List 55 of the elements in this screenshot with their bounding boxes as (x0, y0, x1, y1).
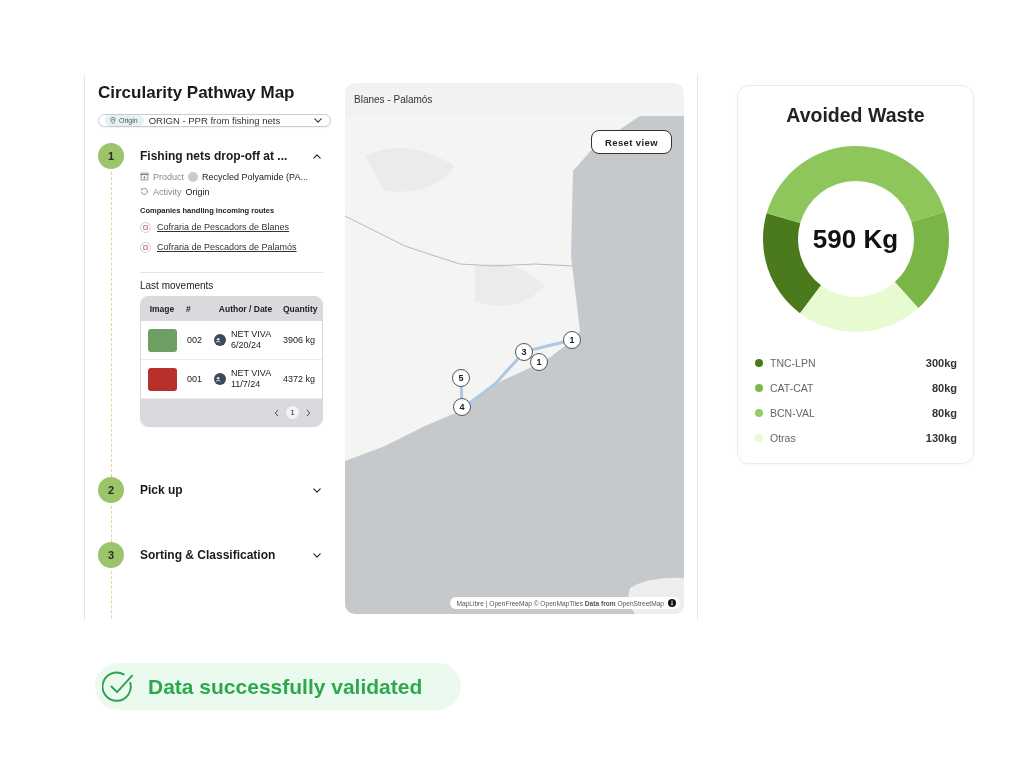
step-number: 1 (98, 143, 124, 169)
legend-value: 300kg (925, 356, 957, 369)
chevron-left-icon[interactable] (274, 408, 279, 417)
legend-label: TNC-LPN (770, 356, 817, 369)
step-title: Fishing nets drop-off at ... (140, 149, 288, 163)
column-header: Quantity (282, 304, 319, 314)
panel-title: Circularity Pathway Map (98, 83, 296, 103)
step-title: Sorting & Classification (140, 548, 276, 562)
author-name: NET VIVA (231, 368, 272, 379)
entry-quantity: 4372 kg (283, 374, 316, 384)
detail-value: Recycled Polyamide (PA... (202, 171, 308, 182)
info-icon[interactable] (668, 599, 676, 607)
entry-number: 001 (187, 374, 203, 384)
company-logo-icon (140, 221, 151, 233)
step-title: Pick up (140, 483, 183, 497)
chevron-down-icon (314, 118, 322, 123)
rotate-icon (140, 187, 149, 196)
entry-date: 6/20/24 (231, 340, 263, 351)
reset-view-button[interactable]: Reset view (591, 130, 672, 154)
company-logo-icon (140, 241, 151, 253)
company-link[interactable]: Cofraria de Pescadors de Palamós (157, 242, 297, 252)
check-circle-icon (102, 670, 134, 703)
legend-label: CAT-CAT (770, 381, 815, 394)
column-header: # (185, 304, 192, 314)
movements-heading: Last movements (140, 279, 215, 293)
map-title: Blanes - Palamós (353, 93, 434, 107)
detail-label: Activity (153, 186, 182, 197)
detail-label: Product (153, 171, 185, 182)
column-header: Image (148, 304, 176, 314)
entry-date: 11/7/24 (231, 379, 262, 390)
total-weight: 590 Kg (812, 223, 899, 255)
entry-quantity: 3906 kg (283, 335, 316, 345)
box-icon (140, 172, 149, 181)
legend-value: 130kg (925, 431, 957, 444)
pin-icon (110, 117, 116, 124)
legend-label: BCN-VAL (770, 406, 816, 419)
column-header: Author / Date (217, 304, 274, 314)
legend-value: 80kg (931, 406, 957, 419)
avatar-icon (214, 373, 226, 385)
detail-value: Origin (185, 186, 210, 197)
avatar-icon (214, 334, 226, 346)
chevron-right-icon[interactable] (306, 408, 311, 417)
step-number: 2 (98, 477, 124, 503)
chevron-down-icon[interactable] (313, 487, 321, 493)
author-name: NET VIVA (231, 329, 272, 340)
legend-label: Otras (770, 431, 797, 444)
legend-value: 80kg (931, 381, 957, 394)
entry-number: 002 (187, 335, 203, 345)
card-title: Avoided Waste (786, 103, 925, 127)
chevron-up-icon[interactable] (313, 153, 321, 159)
validation-message: Data successfully validated (148, 674, 423, 699)
dot-icon (188, 171, 199, 182)
step-number: 3 (98, 542, 124, 568)
chevron-down-icon[interactable] (313, 552, 321, 558)
company-link[interactable]: Cofraria de Pescadors de Blanes (157, 222, 290, 232)
